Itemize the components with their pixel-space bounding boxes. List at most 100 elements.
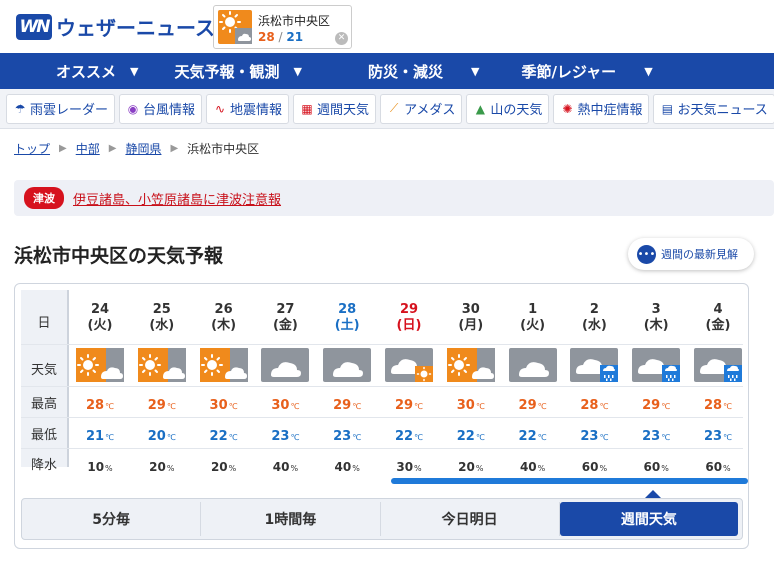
day-of-week: (土): [334, 318, 360, 333]
location-temps: 28 / 21: [258, 30, 303, 44]
low-value: 22: [518, 429, 537, 444]
subnav-amedas[interactable]: ⟋ アメダス: [380, 93, 463, 124]
high-value: 28: [85, 398, 105, 413]
cloud-icon: [261, 348, 310, 382]
umbrella-icon: ☂: [14, 101, 26, 116]
high-temp: 28℃: [563, 398, 625, 413]
breadcrumb-link-chubu[interactable]: 中部: [76, 140, 100, 157]
temp-unit: ℃: [475, 402, 485, 411]
high-value: 29: [147, 398, 166, 413]
tab-today-tomorrow[interactable]: 今日明日: [381, 502, 560, 536]
subnav-weekly[interactable]: ▦ 週間天気: [293, 93, 377, 124]
high-value: 28: [580, 398, 599, 413]
rain-value: 20: [210, 460, 228, 474]
day-of-week: (月): [458, 318, 484, 333]
breadcrumb-link-top[interactable]: トップ: [14, 140, 50, 157]
date-number: 28: [338, 302, 357, 317]
day-column: 28 (土) 29℃ 23℃ 40%: [316, 290, 378, 474]
site-logo[interactable]: WN ウェザーニュース: [16, 12, 215, 41]
nav-label: 天気予報・観測: [174, 62, 280, 81]
rain-unit: %: [537, 464, 546, 473]
chevron-down-icon: ▼: [130, 64, 139, 78]
subnav-heatstroke[interactable]: ✺ 熱中症情報: [553, 93, 650, 124]
chevron-right-icon: ▶: [170, 143, 179, 154]
sun-burst-icon: ✺: [562, 101, 573, 116]
rain-unit: %: [599, 464, 608, 473]
low-temp: 22℃: [502, 429, 564, 444]
rain-chance: 30%: [378, 460, 440, 474]
alert-link[interactable]: 伊豆諸島、小笠原諸島に津波注意報: [73, 189, 281, 208]
date-number: 25: [152, 302, 171, 317]
rain-value: 20: [149, 460, 166, 474]
temp-separator: /: [274, 30, 287, 44]
breadcrumb-link-shizuoka[interactable]: 静岡県: [125, 140, 161, 157]
cloud-sun-icon: [385, 348, 433, 382]
low-temp: 22℃: [193, 429, 255, 444]
forecast-scrollbar[interactable]: [21, 478, 748, 484]
rain-value: 10: [87, 460, 105, 474]
nav-label: 防災・減災: [367, 62, 443, 81]
low-value: 23: [703, 429, 723, 444]
rain-unit: %: [290, 464, 299, 473]
low-temp: 22℃: [378, 429, 440, 444]
date-number: 24: [90, 302, 110, 317]
temp-unit: ℃: [414, 433, 424, 442]
temp-unit: ℃: [105, 433, 115, 442]
rain-unit: %: [352, 464, 360, 473]
close-icon[interactable]: ✕: [335, 32, 348, 45]
rain-value: 60: [581, 460, 599, 474]
nav-item-disaster[interactable]: 防災・減災 ▼: [368, 53, 479, 89]
chevron-down-icon: ▼: [470, 64, 480, 78]
high-value: 30: [209, 398, 228, 413]
day-of-week: (金): [705, 318, 731, 333]
rain-value: 40: [334, 460, 352, 474]
day-column: 25 (水) 29℃ 20℃ 20%: [131, 290, 193, 474]
tab-hourly[interactable]: 1時間毎: [201, 502, 381, 536]
low-temp: 22℃: [440, 429, 502, 444]
day-of-week: (木): [643, 318, 669, 333]
high-temp: 29℃: [316, 398, 378, 413]
high-temp: 29℃: [131, 398, 193, 413]
day-date: 30 (月): [440, 302, 502, 334]
cloud-rain-icon: [632, 348, 681, 382]
date-number: 30: [461, 302, 480, 317]
subnav-label: お天気ニュース: [677, 103, 768, 118]
tab-weekly[interactable]: 週間天気: [559, 502, 738, 536]
current-location-card[interactable]: 浜松市中央区 28 / 21 ✕: [213, 5, 352, 49]
subnav-earthquake[interactable]: ∿ 地震情報: [206, 93, 290, 124]
temp-unit: ℃: [723, 433, 733, 442]
date-number: 27: [276, 302, 295, 317]
nav-item-recommend[interactable]: オススメ ▼: [56, 53, 138, 89]
chevron-down-icon: ▼: [293, 64, 302, 78]
rain-chance: 40%: [316, 460, 378, 474]
subnav-rain-radar[interactable]: ☂ 雨雲レーダー: [6, 93, 116, 124]
rain-chance: 10%: [69, 460, 131, 474]
low-value: 21: [85, 429, 105, 444]
chat-bubble-icon: •••: [637, 244, 656, 264]
scrollbar-thumb[interactable]: [391, 478, 748, 484]
subnav-news[interactable]: ▤ お天気ニュース: [653, 93, 774, 124]
subnav-mountain[interactable]: ▲ 山の天気: [466, 93, 550, 124]
day-column: 30 (月) 30℃ 22℃ 20%: [440, 290, 502, 474]
sun-cloud-icon: [76, 348, 124, 382]
date-number: 3: [651, 302, 661, 317]
nav-item-season[interactable]: 季節/レジャー ▼: [521, 53, 652, 89]
rain-chance: 60%: [563, 460, 625, 474]
rain-unit: %: [105, 464, 113, 473]
temp-unit: ℃: [290, 402, 300, 411]
day-date: 1 (火): [502, 302, 564, 334]
high-value: 30: [271, 398, 290, 413]
temp-unit: ℃: [599, 402, 609, 411]
high-temp: 29℃: [502, 398, 564, 413]
tab-5min[interactable]: 5分毎: [22, 502, 202, 536]
sub-nav: ☂ 雨雲レーダー ◉ 台風情報 ∿ 地震情報 ▦ 週間天気 ⟋ アメダス ▲ 山の天気 ✺ 熱…: [0, 89, 774, 129]
day-date: 4 (金): [687, 302, 749, 334]
nav-item-forecast[interactable]: 天気予報・観測 ▼: [174, 53, 301, 89]
subnav-typhoon[interactable]: ◉ 台風情報: [119, 93, 203, 124]
row-label-rain: 降水: [30, 458, 57, 473]
day-of-week: (火): [87, 318, 113, 333]
latest-commentary-button[interactable]: ••• 週間の最新見解: [628, 238, 754, 270]
day-column: 2 (水) 28℃ 23℃ 60%: [563, 290, 625, 474]
day-column: 1 (火) 29℃ 22℃ 40%: [502, 290, 564, 474]
high-temp: 29℃: [378, 398, 440, 413]
